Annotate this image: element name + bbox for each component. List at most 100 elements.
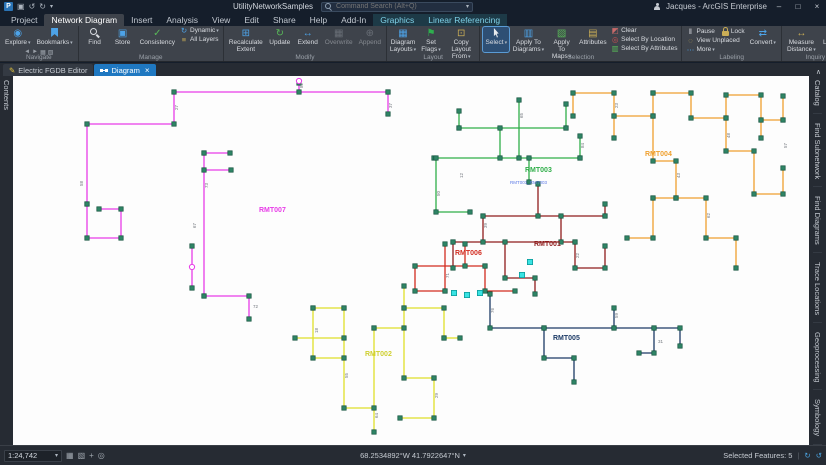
append-button[interactable]: Append bbox=[357, 27, 383, 52]
redo-icon[interactable] bbox=[39, 2, 46, 12]
status-bar: 1:24,742 68.2534892°W 41.7922647°N Selec… bbox=[0, 445, 826, 465]
tab-electric-fgdb-editor[interactable]: Electric FGDB Editor bbox=[3, 64, 93, 76]
spatial-reference-icon[interactable] bbox=[98, 451, 105, 460]
close-tab-icon[interactable]: × bbox=[145, 66, 150, 75]
pane-tab-find-subnetwork[interactable]: Find Subnetwork bbox=[813, 123, 822, 187]
tab-share[interactable]: Share bbox=[266, 14, 303, 26]
find-button[interactable]: Find bbox=[82, 27, 108, 52]
ribbon-tab-row: Project Network Diagram Insert Analysis … bbox=[0, 13, 826, 26]
overwrite-button[interactable]: Overwrite bbox=[323, 27, 355, 52]
locate-button[interactable]: Locate bbox=[820, 27, 826, 52]
update-icon bbox=[276, 28, 284, 39]
group-label-navigate: Navigate bbox=[0, 54, 78, 61]
tab-insert[interactable]: Insert bbox=[124, 14, 159, 26]
svg-text:RMT003: RMT003 bbox=[525, 167, 552, 174]
tab-network-diagram[interactable]: Network Diagram bbox=[44, 14, 124, 26]
quick-access-dropdown-icon[interactable] bbox=[50, 1, 53, 12]
coordinates-value: 68.2534892°W 41.7922647°N bbox=[360, 451, 460, 460]
clear-selection-button[interactable]: Clear bbox=[610, 27, 678, 35]
document-tab-bar: Electric FGDB Editor Diagram × bbox=[0, 63, 826, 76]
tab-graphics[interactable]: Graphics bbox=[373, 14, 421, 26]
tab-linear-referencing[interactable]: Linear Referencing bbox=[421, 14, 507, 26]
tab-edit[interactable]: Edit bbox=[237, 14, 266, 26]
more-labeling-button[interactable]: More bbox=[685, 46, 745, 54]
set-flags-icon bbox=[427, 28, 436, 39]
contents-pane-tab[interactable]: Contents bbox=[2, 80, 11, 110]
selected-features-count[interactable]: Selected Features: 5 bbox=[723, 451, 792, 460]
lock-icon bbox=[722, 31, 729, 36]
tab-analysis[interactable]: Analysis bbox=[159, 14, 205, 26]
explore-button[interactable]: Explore bbox=[3, 27, 33, 48]
append-icon bbox=[366, 28, 374, 39]
close-button[interactable] bbox=[810, 2, 824, 11]
svg-text:31: 31 bbox=[658, 339, 664, 344]
command-search-input[interactable] bbox=[336, 3, 463, 10]
ribbon-group-modify: Recalculate Extent Update Extend Overwri… bbox=[224, 26, 387, 61]
scale-dropdown-icon bbox=[55, 450, 58, 461]
dynamic-button[interactable]: Dynamic bbox=[179, 27, 220, 35]
update-button[interactable]: Update bbox=[267, 27, 293, 52]
group-label-manage: Manage bbox=[79, 54, 223, 61]
select-by-attributes-button[interactable]: Select By Attributes bbox=[610, 45, 678, 53]
pane-tab-symbology[interactable]: Symbology bbox=[813, 399, 822, 444]
crosshair-icon[interactable] bbox=[89, 451, 94, 460]
measure-distance-button[interactable]: Measure Distance bbox=[785, 27, 818, 52]
set-flags-button[interactable]: Set Flags bbox=[418, 27, 444, 52]
ribbon-group-selection: Select Apply To Diagrams Apply To Maps A… bbox=[480, 26, 682, 61]
svg-text:58: 58 bbox=[79, 180, 84, 186]
maximize-button[interactable] bbox=[791, 2, 805, 11]
undo-icon[interactable] bbox=[29, 2, 36, 12]
recalculate-extent-icon bbox=[242, 28, 250, 39]
bookmarks-button[interactable]: Bookmarks bbox=[35, 27, 75, 48]
tab-add-in[interactable]: Add-In bbox=[334, 14, 373, 26]
network-diagram-svg[interactable]: 8237277358677265841250234348576239227118… bbox=[13, 76, 809, 445]
svg-text:55: 55 bbox=[344, 372, 349, 378]
extend-button[interactable]: Extend bbox=[295, 27, 321, 52]
sync-icon[interactable] bbox=[816, 451, 822, 460]
snapping-icon[interactable] bbox=[66, 451, 74, 460]
copy-layout-from-icon bbox=[457, 28, 465, 39]
recalculate-extent-button[interactable]: Recalculate Extent bbox=[227, 27, 265, 52]
consistency-button[interactable]: Consistency bbox=[138, 27, 177, 52]
attributes-button[interactable]: Attributes bbox=[578, 27, 609, 52]
tab-help[interactable]: Help bbox=[303, 14, 334, 26]
convert-labels-button[interactable]: Convert bbox=[748, 27, 778, 52]
pause-labeling-button[interactable]: Pause bbox=[685, 27, 715, 36]
select-button[interactable]: Select bbox=[483, 27, 509, 52]
view-unplaced-button[interactable]: View Unplaced bbox=[685, 37, 745, 45]
command-search[interactable] bbox=[321, 2, 473, 12]
save-icon[interactable] bbox=[17, 2, 25, 12]
apply-to-maps-button[interactable]: Apply To Maps bbox=[548, 27, 576, 52]
svg-text:57: 57 bbox=[783, 142, 788, 148]
minimize-button[interactable] bbox=[772, 2, 786, 11]
pane-tab-catalog[interactable]: Catalog bbox=[813, 80, 822, 114]
map-scale-combobox[interactable]: 1:24,742 bbox=[4, 450, 62, 462]
search-dropdown-icon[interactable] bbox=[466, 1, 469, 12]
store-button[interactable]: Store bbox=[110, 27, 136, 52]
pane-tab-trace-locations[interactable]: Trace Locations bbox=[813, 262, 822, 323]
pane-tab-find-diagrams[interactable]: Find Diagrams bbox=[813, 196, 822, 253]
tab-view[interactable]: View bbox=[205, 14, 237, 26]
tab-project[interactable]: Project bbox=[4, 14, 44, 26]
map-canvas[interactable]: 8237277358677265841250234348576239227118… bbox=[13, 76, 809, 445]
svg-text:82: 82 bbox=[299, 82, 304, 88]
pane-tab-geoprocessing[interactable]: Geoprocessing bbox=[813, 332, 822, 390]
signed-in-user[interactable]: Jacques - ArcGIS Enterprise bbox=[666, 2, 767, 11]
svg-text:RMT001: RMT001 bbox=[534, 241, 561, 248]
copy-layout-from-button[interactable]: Copy Layout From bbox=[446, 27, 476, 52]
svg-text:22: 22 bbox=[575, 252, 580, 258]
search-icon bbox=[325, 3, 333, 11]
refresh-icon[interactable] bbox=[804, 451, 810, 460]
coordinates-readout[interactable]: 68.2534892°W 41.7922647°N bbox=[360, 450, 466, 461]
apply-to-diagrams-button[interactable]: Apply To Diagrams bbox=[511, 27, 545, 52]
lock-labels-button[interactable]: Lock bbox=[721, 27, 746, 36]
statusbar-separator: | bbox=[797, 451, 799, 460]
collapse-ribbon-icon[interactable] bbox=[811, 68, 826, 76]
tab-diagram[interactable]: Diagram × bbox=[94, 64, 155, 76]
svg-text:67: 67 bbox=[192, 222, 197, 228]
all-layers-button[interactable]: All Layers bbox=[179, 36, 220, 44]
diagram-layouts-button[interactable]: Diagram Layouts bbox=[390, 27, 416, 52]
select-by-attributes-icon bbox=[611, 45, 619, 53]
select-by-location-button[interactable]: Select By Location bbox=[610, 36, 678, 44]
grid-icon[interactable] bbox=[78, 451, 86, 460]
